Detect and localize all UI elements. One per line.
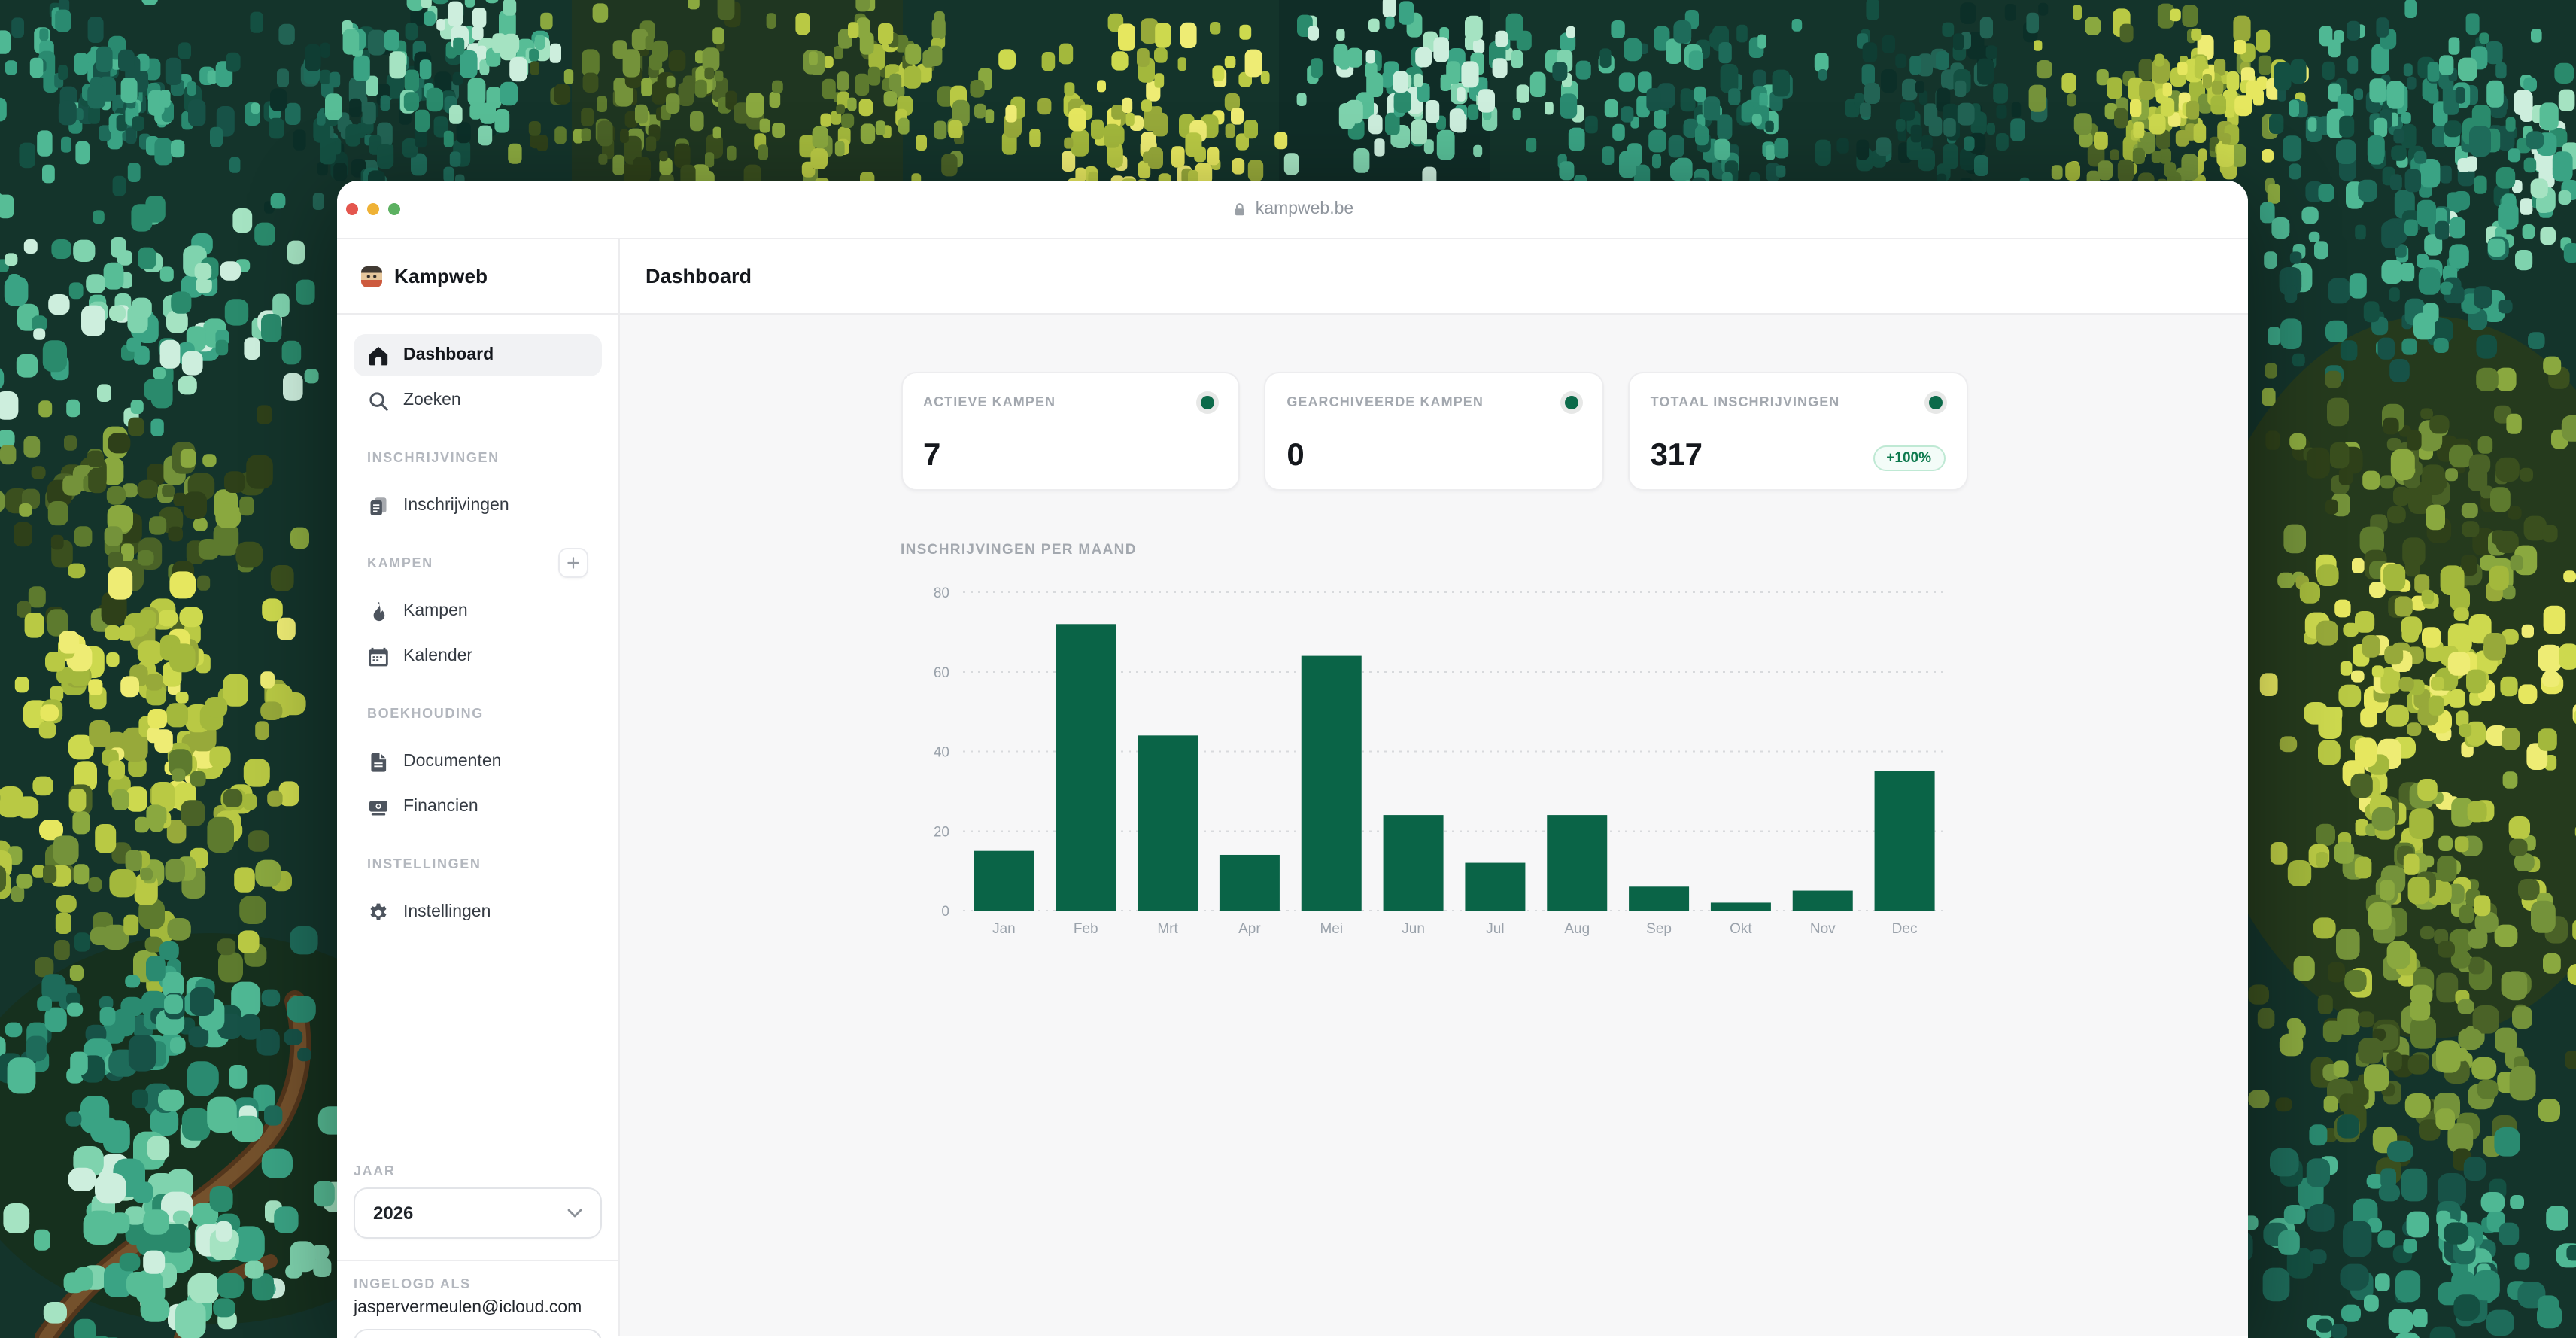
logged-in-label: INGELOGD ALS <box>354 1276 602 1291</box>
search-icon <box>367 389 390 412</box>
sidebar-item-financien[interactable]: Financien <box>354 786 602 828</box>
lock-icon <box>1232 201 1248 217</box>
document-icon <box>367 750 390 773</box>
y-axis-tick: 40 <box>933 745 949 761</box>
bar-mrt <box>1137 735 1197 911</box>
stat-value: 317 <box>1651 439 1703 471</box>
x-axis-label: Sep <box>1645 921 1671 937</box>
sidebar-item-kalender[interactable]: Kalender <box>354 635 602 677</box>
bar-sep <box>1628 886 1688 911</box>
zoom-button[interactable] <box>388 203 400 215</box>
sidebar-item-inschrijvingen[interactable]: Inschrijvingen <box>354 485 602 527</box>
trend-badge: +100% <box>1873 445 1945 471</box>
url-text: kampweb.be <box>1256 200 1353 218</box>
status-dot-icon <box>1565 396 1578 409</box>
x-axis-label: Jul <box>1485 921 1503 937</box>
sidebar-section-kampen: KAMPEN <box>354 548 602 578</box>
sidebar-section-boekhouding: BOEKHOUDING <box>354 698 602 728</box>
y-axis-tick: 60 <box>933 665 949 681</box>
bar-nov <box>1792 891 1852 911</box>
stat-card-gearchiveerde-kampen: GEARCHIVEERDE KAMPEN 0 <box>1264 372 1603 491</box>
bar-jun <box>1383 815 1443 911</box>
main-content: Dashboard ACTIEVE KAMPEN 7 <box>620 239 2248 1336</box>
clipboard-icon <box>367 494 390 517</box>
x-axis-label: Okt <box>1729 921 1751 937</box>
banknote-icon <box>367 795 390 818</box>
flame-icon <box>367 600 390 622</box>
sidebar-item-zoeken[interactable]: Zoeken <box>354 379 602 421</box>
bar-apr <box>1219 855 1279 911</box>
chevron-down-icon <box>567 1209 582 1218</box>
bar-jul <box>1464 863 1524 911</box>
app-logo[interactable]: Kampweb <box>337 239 618 315</box>
x-axis-label: Dec <box>1891 921 1917 937</box>
app-name: Kampweb <box>394 265 488 287</box>
stat-value: 7 <box>923 439 940 471</box>
page-header: Dashboard <box>620 239 2248 315</box>
x-axis-label: Jun <box>1401 921 1424 937</box>
bar-chart: 0 20 40 60 80 Jan Feb Mrt Apr Mei Jun Jul Aug Sep Okt N… <box>901 567 1967 947</box>
x-axis-label: Apr <box>1238 921 1260 937</box>
sidebar-item-dashboard[interactable]: Dashboard <box>354 334 602 376</box>
sidebar: Kampweb DashboardZoeken INSCHRIJVINGEN Ins… <box>337 239 620 1336</box>
year-select[interactable]: 2026 <box>354 1187 602 1239</box>
status-dot-icon <box>1201 396 1214 409</box>
sidebar-bottom-button[interactable] <box>354 1329 602 1338</box>
bar-mei <box>1301 656 1361 911</box>
minimize-button[interactable] <box>367 203 379 215</box>
stat-card-totaal-inschrijvingen: TOTAAL INSCHRIJVINGEN 317 +100% <box>1628 372 1967 491</box>
sidebar-footer: JAAR 2026 INGELOGD ALS jaspervermeulen@i… <box>337 1163 618 1336</box>
x-axis-label: Jan <box>992 921 1015 937</box>
dashboard-content: ACTIEVE KAMPEN 7 GEARCHIVEERDE KAMPEN <box>620 315 2248 1336</box>
browser-chrome: kampweb.be <box>337 181 2248 239</box>
y-axis-tick: 20 <box>933 824 949 840</box>
chart-title: INSCHRIJVINGEN PER MAAND <box>901 542 1967 558</box>
calendar-icon <box>367 645 390 667</box>
bar-jan <box>973 851 1033 911</box>
y-axis-tick: 0 <box>940 904 949 920</box>
window-controls <box>337 203 400 215</box>
stat-value: 0 <box>1286 439 1304 471</box>
x-axis-label: Mrt <box>1156 921 1177 937</box>
stat-cards: ACTIEVE KAMPEN 7 GEARCHIVEERDE KAMPEN <box>901 372 1967 491</box>
stat-label: ACTIEVE KAMPEN <box>923 391 1056 409</box>
sidebar-section-instellingen: INSTELLINGEN <box>354 849 602 879</box>
sidebar-nav: DashboardZoeken INSCHRIJVINGEN Inschrijvin… <box>337 315 618 1163</box>
divider <box>337 1260 618 1261</box>
year-label: JAAR <box>354 1163 602 1178</box>
home-icon <box>367 344 390 366</box>
bar-dec <box>1874 771 1934 911</box>
sidebar-item-kampen[interactable]: Kampen <box>354 590 602 632</box>
status-dot-icon <box>1928 396 1942 409</box>
x-axis-label: Nov <box>1809 921 1835 937</box>
x-axis-label: Mei <box>1319 921 1342 937</box>
y-axis-tick: 80 <box>933 585 949 601</box>
x-axis-label: Feb <box>1073 921 1098 937</box>
page-title: Dashboard <box>646 265 752 287</box>
add-kamp-button[interactable] <box>558 548 588 578</box>
app-logo-avatar <box>361 266 382 287</box>
bar-aug <box>1546 815 1606 911</box>
x-axis-label: Aug <box>1563 921 1589 937</box>
stat-label: GEARCHIVEERDE KAMPEN <box>1286 391 1484 409</box>
year-value: 2026 <box>373 1203 413 1224</box>
bar-feb <box>1055 624 1115 911</box>
bar-okt <box>1710 902 1770 911</box>
close-button[interactable] <box>346 203 358 215</box>
sidebar-item-documenten[interactable]: Documenten <box>354 740 602 783</box>
address-bar[interactable]: kampweb.be <box>1232 200 1353 218</box>
sidebar-item-instellingen[interactable]: Instellingen <box>354 891 602 933</box>
browser-window: kampweb.be Kampweb DashboardZoekenINSCHR… <box>337 181 2248 1338</box>
sidebar-section-inschrijvingen: INSCHRIJVINGEN <box>354 442 602 473</box>
logged-in-email: jaspervermeulen@icloud.com <box>354 1299 602 1317</box>
gear-icon <box>367 901 390 923</box>
stat-card-actieve-kampen: ACTIEVE KAMPEN 7 <box>901 372 1240 491</box>
stat-label: TOTAAL INSCHRIJVINGEN <box>1651 391 1840 409</box>
screen: kampweb.be Kampweb DashboardZoekenINSCHR… <box>0 0 2576 1338</box>
